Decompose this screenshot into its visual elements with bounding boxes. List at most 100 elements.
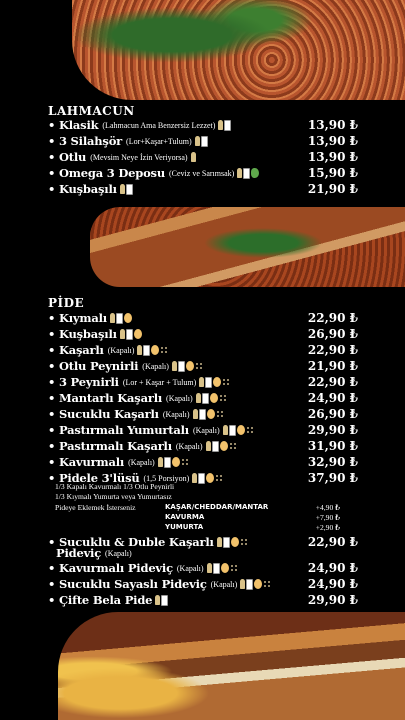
allergen-icons bbox=[171, 360, 204, 372]
lahmacun-photo bbox=[72, 0, 405, 100]
sesame-icon bbox=[215, 409, 225, 419]
item-price: 21,90 ₺ bbox=[307, 182, 358, 196]
menu-item: • 3 Silahşör (Lor+Kaşar+Tulum) 13,90 ₺ bbox=[48, 133, 358, 149]
sesame-icon bbox=[218, 393, 228, 403]
milk-icon bbox=[205, 376, 213, 388]
wheat-icon bbox=[137, 345, 143, 355]
wheat-icon bbox=[119, 329, 125, 339]
sesame-icon bbox=[222, 377, 232, 387]
item-name: • Pastırmalı Yumurtalı bbox=[48, 423, 189, 437]
milk-icon bbox=[115, 312, 123, 324]
allergen-icons bbox=[192, 472, 225, 484]
milk-icon bbox=[125, 183, 133, 195]
wheat-icon bbox=[157, 457, 163, 467]
nut-icon bbox=[251, 168, 260, 178]
item-price: 24,90 ₺ bbox=[307, 561, 358, 575]
egg-icon bbox=[123, 313, 132, 323]
item-name: • Kuşbaşılı bbox=[48, 327, 117, 341]
item-price: 13,90 ₺ bbox=[307, 118, 358, 132]
menu-item: • Sucuklu Kaşarlı (Kapalı) 26,90 ₺ bbox=[48, 406, 358, 422]
milk-icon bbox=[200, 135, 208, 147]
extra-option: YUMURTA bbox=[165, 523, 204, 531]
milk-icon bbox=[125, 328, 133, 340]
egg-icon bbox=[133, 329, 142, 339]
pide-photo bbox=[90, 207, 405, 287]
egg-icon bbox=[206, 473, 215, 483]
item-name: • Klasik bbox=[48, 118, 99, 132]
allergen-icons bbox=[157, 456, 190, 468]
menu-item: • Kuşbaşılı 26,90 ₺ bbox=[48, 326, 358, 342]
egg-icon bbox=[209, 393, 218, 403]
item-name: • Sucuklu Kaşarlı bbox=[48, 407, 159, 421]
menu-item: • 3 Peynirli (Lor + Kaşar + Tulum) 22,90 ₺ bbox=[48, 374, 358, 390]
pidele-desc-line-2: 1/3 Kıymalı Yumurta veya Yumurtasız bbox=[55, 492, 172, 501]
allergen-icons bbox=[190, 152, 196, 162]
allergen-icons bbox=[206, 562, 239, 574]
milk-icon bbox=[198, 472, 206, 484]
menu-item: • Kuşbaşılı 21,90 ₺ bbox=[48, 181, 358, 197]
sesame-icon bbox=[215, 473, 225, 483]
item-note: (Lahmacun Ama Benzersiz Lezzet) bbox=[102, 120, 216, 130]
milk-icon bbox=[228, 424, 236, 436]
wheat-icon bbox=[206, 563, 212, 573]
pide-title: PİDE bbox=[48, 296, 85, 310]
wheat-icon bbox=[237, 168, 243, 178]
sesame-icon bbox=[180, 457, 190, 467]
sesame-icon bbox=[228, 441, 238, 451]
menu-item: • Kıymalı 22,90 ₺ bbox=[48, 310, 358, 326]
wheat-icon bbox=[222, 425, 228, 435]
wheat-icon bbox=[194, 136, 200, 146]
item-price: 21,90 ₺ bbox=[307, 359, 358, 373]
extra-price: +2,90 ₺ bbox=[315, 523, 340, 532]
menu-item: • Kavurmalı Pideviç (Kapalı) 24,90 ₺ bbox=[48, 560, 358, 576]
allergen-icons bbox=[155, 594, 169, 606]
menu-item: • Pastırmalı Yumurtalı (Kapalı) 29,90 ₺ bbox=[48, 422, 358, 438]
item-price: 29,90 ₺ bbox=[307, 593, 358, 607]
milk-icon bbox=[161, 594, 169, 606]
item-note: (Mevsim Neye İzin Veriyorsa) bbox=[90, 152, 188, 162]
item-price: 15,90 ₺ bbox=[307, 166, 358, 180]
item-note: (Kapalı) bbox=[128, 457, 155, 467]
lahmacun-title: LAHMACUN bbox=[48, 104, 135, 118]
wheat-icon bbox=[192, 409, 198, 419]
egg-icon bbox=[219, 441, 228, 451]
allergen-icons bbox=[199, 376, 232, 388]
menu-item: • Çifte Bela Pide 29,90 ₺ bbox=[48, 592, 358, 608]
item-price: 37,90 ₺ bbox=[307, 471, 358, 485]
item-note: (Kapalı) bbox=[142, 361, 169, 371]
fries-pide-photo bbox=[58, 612, 405, 720]
egg-icon bbox=[185, 361, 194, 371]
pidevic-subline: Pideviç (Kapalı) bbox=[56, 545, 366, 561]
allergen-icons bbox=[137, 344, 170, 356]
item-name: • Kavurmalı bbox=[48, 455, 125, 469]
wheat-icon bbox=[119, 184, 125, 194]
item-price: 32,90 ₺ bbox=[307, 455, 358, 469]
item-name: • Omega 3 Deposu bbox=[48, 166, 165, 180]
wheat-icon bbox=[155, 595, 161, 605]
menu-item: • Otlu Peynirli (Kapalı) 21,90 ₺ bbox=[48, 358, 358, 374]
allergen-icons bbox=[192, 408, 225, 420]
milk-icon bbox=[211, 440, 219, 452]
extra-price: +7,90 ₺ bbox=[315, 513, 340, 522]
wheat-icon bbox=[195, 393, 201, 403]
allergen-icons bbox=[195, 392, 228, 404]
allergen-icons bbox=[194, 135, 208, 147]
item-note: (Kapalı) bbox=[192, 425, 220, 435]
item-note: (Kapalı) bbox=[162, 409, 190, 419]
wheat-icon bbox=[240, 579, 246, 589]
pidevic-note: (Kapalı) bbox=[105, 548, 132, 558]
item-note: (Kapalı) bbox=[176, 563, 204, 573]
allergen-icons bbox=[119, 328, 142, 340]
milk-icon bbox=[177, 360, 185, 372]
item-price: 29,90 ₺ bbox=[307, 423, 358, 437]
menu-item: • Klasik (Lahmacun Ama Benzersiz Lezzet) 1… bbox=[48, 117, 358, 133]
menu-item: • Omega 3 Deposu (Ceviz ve Sarımsak) 15,90… bbox=[48, 165, 358, 181]
item-price: 24,90 ₺ bbox=[307, 391, 358, 405]
milk-icon bbox=[224, 119, 232, 131]
item-note: (Kapalı) bbox=[175, 441, 203, 451]
pidele-desc-line-1: 1/3 Kapalı Kavurmalı 1/3 Otlu Peynirli bbox=[55, 482, 175, 491]
egg-icon bbox=[254, 579, 263, 589]
wheat-icon bbox=[192, 473, 198, 483]
allergen-icons bbox=[109, 312, 132, 324]
item-name: • Sucuklu Sayaslı Pideviç bbox=[48, 577, 207, 591]
